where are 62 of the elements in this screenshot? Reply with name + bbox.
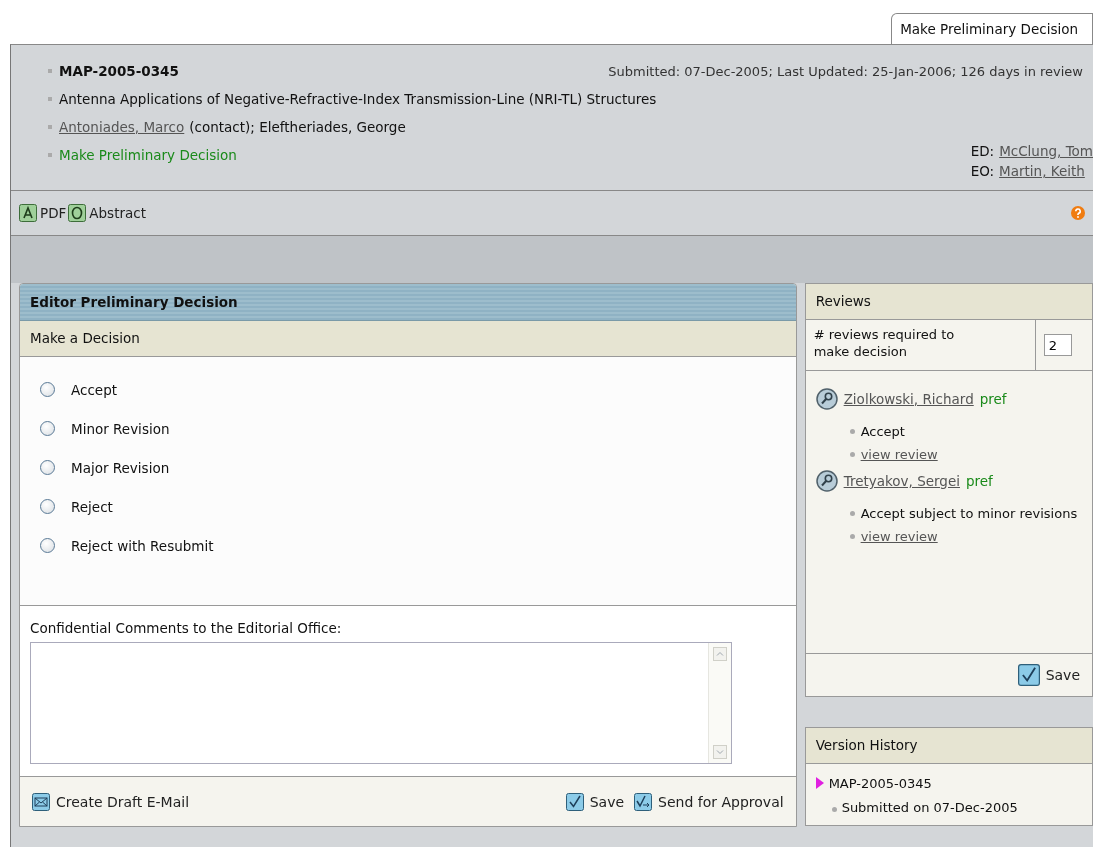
- staff-link[interactable]: Martin, Keith: [999, 161, 1085, 181]
- required-reviews-label: # reviews required to make decision: [805, 320, 1036, 370]
- radio-button[interactable]: [40, 382, 55, 397]
- send-approval-button[interactable]: Send for Approval: [634, 792, 784, 811]
- abstract-icon: [68, 204, 87, 222]
- preference-tag: pref: [979, 391, 1007, 407]
- staff-role: EO:: [970, 162, 995, 181]
- stage-tab[interactable]: Make Preliminary Decision: [891, 13, 1093, 44]
- panel-title: Editor Preliminary Decision: [20, 284, 796, 321]
- stage-label: Make Preliminary Decision: [59, 147, 237, 163]
- bullet-icon: [849, 452, 855, 457]
- version-event: Submitted on 07-Dec-2005: [841, 799, 1018, 815]
- required-reviews-field[interactable]: 2: [1043, 334, 1072, 356]
- radio-button[interactable]: [40, 499, 55, 514]
- version-id: MAP-2005-0345: [828, 775, 932, 791]
- radio-button[interactable]: [40, 421, 55, 436]
- option-label: Reject: [71, 498, 113, 515]
- save-button[interactable]: Save: [565, 792, 625, 811]
- bullet-icon: [849, 534, 855, 539]
- bullet-icon: [849, 429, 855, 434]
- radio-button[interactable]: [40, 460, 55, 475]
- author-list: (contact); Eleftheriades, George: [189, 119, 406, 135]
- manuscript-title: Antenna Applications of Negative-Refractive-Index Transmission-Line (NRI-TL) Structures: [59, 91, 657, 107]
- radio-button[interactable]: [40, 538, 55, 553]
- view-review-link[interactable]: view review: [860, 446, 938, 463]
- help-icon[interactable]: [1071, 206, 1085, 220]
- review-dates: Submitted: 07-Dec-2005; Last Updated: 25-Jan-2006; 126 days in review: [608, 63, 1083, 79]
- save-button[interactable]: Save: [1017, 664, 1080, 686]
- magnifier-icon: [815, 470, 838, 492]
- author-link[interactable]: Antoniades, Marco: [59, 119, 185, 135]
- checkmark-icon: [1017, 664, 1040, 686]
- envelope-icon: [32, 792, 50, 811]
- checkmark-icon: [565, 792, 584, 811]
- option-label: Minor Revision: [71, 420, 170, 437]
- section-heading: Make a Decision: [20, 321, 796, 357]
- abstract-button[interactable]: Abstract: [68, 204, 146, 222]
- staff-link[interactable]: McClung, Tom: [999, 141, 1093, 161]
- bullet-icon: [48, 153, 52, 157]
- pdf-icon: [19, 204, 37, 222]
- bullet-icon: [831, 806, 837, 812]
- bullet-icon: [48, 97, 52, 101]
- option-label: Reject with Resubmit: [71, 537, 214, 554]
- comments-label: Confidential Comments to the Editorial Office:: [30, 620, 343, 636]
- option-label: Major Revision: [71, 459, 170, 476]
- view-review-link[interactable]: view review: [860, 528, 938, 545]
- triangle-icon[interactable]: [815, 777, 824, 789]
- reviewer-link[interactable]: Ziolkowski, Richard: [843, 391, 974, 407]
- bullet-icon: [48, 125, 52, 129]
- reviewer-link[interactable]: Tretyakov, Sergei: [843, 473, 960, 489]
- recommendation: Accept subject to minor revisions: [860, 505, 1078, 522]
- preference-tag: pref: [966, 473, 993, 489]
- magnifier-icon: [815, 388, 838, 410]
- bullet-icon: [48, 69, 52, 73]
- bullet-icon: [849, 511, 855, 516]
- option-label: Accept: [71, 381, 117, 398]
- staff-role: ED:: [970, 142, 995, 161]
- draft-email-button[interactable]: Create Draft E-Mail: [32, 792, 190, 811]
- manuscript-id: MAP-2005-0345: [59, 63, 179, 79]
- panel-title: Version History: [805, 728, 1092, 764]
- panel-title: Reviews: [805, 284, 1092, 320]
- recommendation: Accept: [860, 423, 905, 440]
- pdf-button[interactable]: PDF: [19, 204, 67, 222]
